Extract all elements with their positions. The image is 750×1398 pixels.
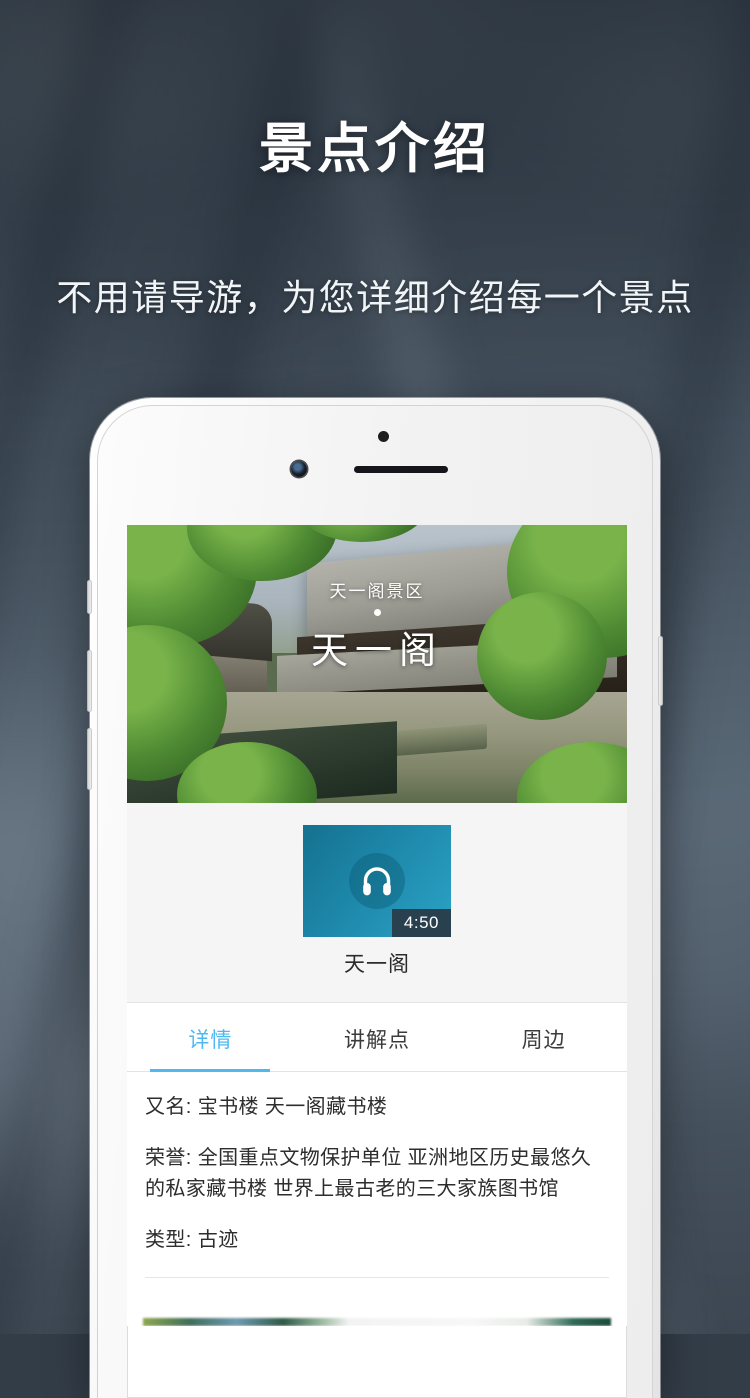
hero-overlay: 天一阁景区 天一阁 xyxy=(127,577,627,674)
headphones-icon xyxy=(349,853,405,909)
audio-duration-badge: 4:50 xyxy=(391,909,451,937)
hero-dot-separator xyxy=(373,609,381,616)
detail-alias: 又名: 宝书楼 天一阁藏书楼 xyxy=(145,1096,388,1118)
audio-guide-card[interactable]: 4:50 xyxy=(303,825,451,937)
phone-mockup: 天一阁景区 天一阁 4:50 天一阁 详情 讲解点 周边 又名: 宝书楼 天一阁… xyxy=(87,398,663,1398)
silent-switch[interactable] xyxy=(87,580,92,614)
phone-screen: 天一阁景区 天一阁 4:50 天一阁 详情 讲解点 周边 又名: 宝书楼 天一阁… xyxy=(127,525,627,1398)
hero-area-label: 天一阁景区 xyxy=(329,582,425,601)
details-divider xyxy=(145,1276,609,1278)
hero-banner[interactable]: 天一阁景区 天一阁 xyxy=(127,525,627,803)
tab-guide-points[interactable]: 讲解点 xyxy=(294,1003,461,1071)
tab-details[interactable]: 详情 xyxy=(127,1003,294,1072)
volume-down-button[interactable] xyxy=(87,728,92,790)
page-subtitle: 不用请导游，为您详细介绍每一个景点 xyxy=(56,277,694,318)
power-button[interactable] xyxy=(658,636,663,706)
front-camera-icon xyxy=(291,461,307,477)
detail-type: 类型: 古迹 xyxy=(145,1229,239,1252)
audio-guide-section: 4:50 天一阁 xyxy=(127,803,627,1003)
hero-spot-name: 天一阁 xyxy=(311,630,443,671)
promo-header: 景点介绍 不用请导游，为您详细介绍每一个景点 xyxy=(0,104,750,321)
details-panel: 又名: 宝书楼 天一阁藏书楼 荣誉: 全国重点文物保护单位 亚洲地区历史最悠久的… xyxy=(127,1072,627,1282)
volume-up-button[interactable] xyxy=(87,650,92,712)
audio-title: 天一阁 xyxy=(344,953,410,976)
content-tabs: 详情 讲解点 周边 xyxy=(127,1003,627,1072)
page-title: 景点介绍 xyxy=(259,119,491,179)
next-content-section[interactable] xyxy=(127,1281,627,1326)
earpiece-speaker xyxy=(354,466,448,473)
detail-honors: 荣誉: 全国重点文物保护单位 亚洲地区历史最悠久的私家藏书楼 世界上最古老的三大… xyxy=(145,1147,592,1200)
proximity-sensor-icon xyxy=(378,431,389,442)
tab-nearby[interactable]: 周边 xyxy=(460,1003,627,1071)
next-content-thumbnail xyxy=(143,1317,611,1326)
